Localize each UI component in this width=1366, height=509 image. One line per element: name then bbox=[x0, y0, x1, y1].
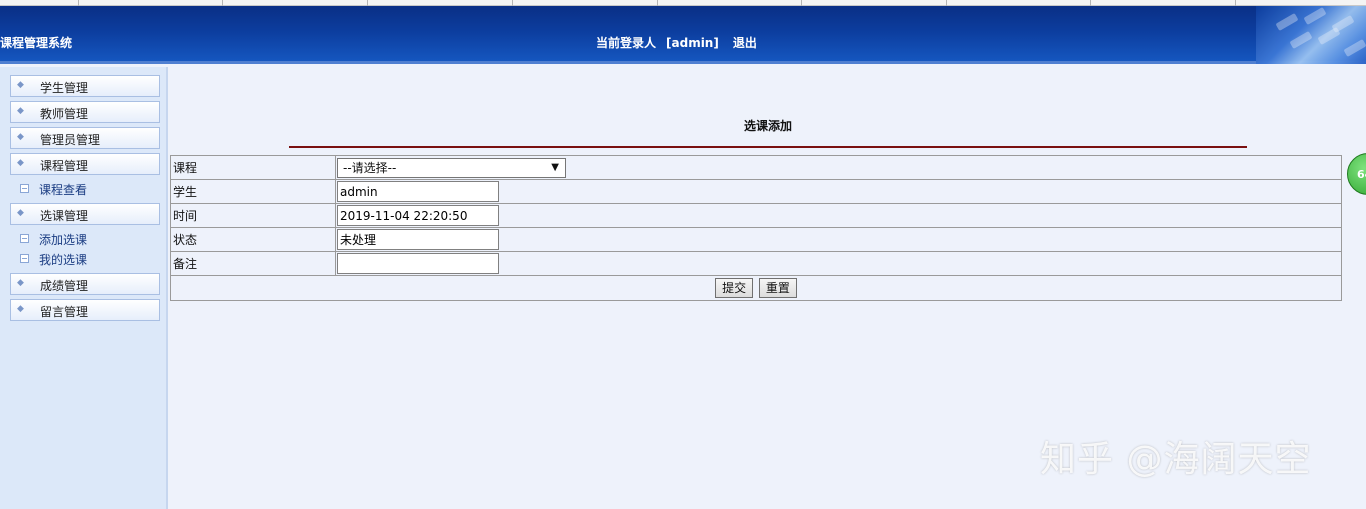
bullet-icon: ◆ bbox=[17, 158, 24, 168]
field-label-student: 学生 bbox=[170, 179, 336, 204]
time-input[interactable] bbox=[337, 205, 499, 226]
dropdown-arrow-icon: ▼ bbox=[551, 161, 559, 173]
form-row: 时间 bbox=[170, 203, 1342, 228]
sidebar-link-label: 我的选课 bbox=[39, 253, 88, 267]
bullet-icon: ◆ bbox=[17, 80, 24, 90]
sidebar-link-label: 课程查看 bbox=[39, 183, 88, 197]
field-label-time: 时间 bbox=[170, 203, 336, 228]
remark-input[interactable] bbox=[337, 253, 499, 274]
title-divider bbox=[289, 146, 1247, 148]
sidebar-link-my-selection[interactable]: 我的选课 bbox=[20, 250, 140, 268]
sidebar-link-add-selection[interactable]: 添加选课 bbox=[20, 230, 140, 248]
sidebar-item-selection[interactable]: ◆ 选课管理 bbox=[10, 203, 160, 225]
sidebar-link-course-view[interactable]: 课程查看 bbox=[20, 180, 140, 198]
sidebar-item-admin[interactable]: ◆ 管理员管理 bbox=[10, 127, 160, 149]
floating-badge-text: 64 bbox=[1357, 168, 1366, 181]
bullet-icon: ◆ bbox=[17, 106, 24, 116]
course-select[interactable]: --请选择-- ▼ bbox=[337, 157, 566, 178]
field-label-remark: 备注 bbox=[170, 251, 336, 276]
sidebar-item-label: 教师管理 bbox=[40, 107, 89, 121]
course-select-value: --请选择-- bbox=[343, 160, 397, 175]
field-label-course: 课程 bbox=[170, 155, 336, 180]
sidebar-item-label: 学生管理 bbox=[40, 81, 89, 95]
sidebar-item-label: 成绩管理 bbox=[40, 279, 89, 293]
student-input[interactable] bbox=[337, 181, 499, 202]
current-user: [admin] bbox=[666, 36, 719, 50]
collapse-box-icon bbox=[20, 184, 29, 193]
sidebar-menu: ◆ 学生管理 ◆ 教师管理 ◆ 管理员管理 ◆ 课程管理 课程查看 ◆ 选课管理… bbox=[0, 67, 168, 509]
sidebar-item-course[interactable]: ◆ 课程管理 bbox=[10, 153, 160, 175]
bullet-icon: ◆ bbox=[17, 132, 24, 142]
form-actions-row: 提交 重置 bbox=[170, 275, 1342, 301]
app-header: 课程管理系统 当前登录人 [admin] 退出 bbox=[0, 6, 1366, 64]
sidebar-item-label: 课程管理 bbox=[40, 159, 89, 173]
bullet-icon: ◆ bbox=[17, 208, 24, 218]
logout-link[interactable]: 退出 bbox=[733, 36, 757, 50]
login-label: 当前登录人 bbox=[596, 36, 657, 50]
watermark: 知乎 @海阔天空 bbox=[1040, 439, 1312, 480]
sidebar-item-student[interactable]: ◆ 学生管理 bbox=[10, 75, 160, 97]
form-row: 学生 bbox=[170, 179, 1342, 204]
sidebar-item-grades[interactable]: ◆ 成绩管理 bbox=[10, 273, 160, 295]
form-row: 课程 --请选择-- ▼ bbox=[170, 155, 1342, 180]
collapse-box-icon bbox=[20, 254, 29, 263]
submit-button[interactable]: 提交 bbox=[715, 278, 754, 298]
field-label-status: 状态 bbox=[170, 227, 336, 252]
sidebar-item-label: 管理员管理 bbox=[40, 133, 101, 147]
form-row: 备注 bbox=[170, 251, 1342, 276]
status-input[interactable] bbox=[337, 229, 499, 250]
page-title: 选课添加 bbox=[743, 119, 792, 133]
sidebar-item-label: 选课管理 bbox=[40, 209, 89, 223]
header-decoration bbox=[1256, 6, 1366, 64]
bullet-icon: ◆ bbox=[17, 278, 24, 288]
sidebar-item-messages[interactable]: ◆ 留言管理 bbox=[10, 299, 160, 321]
sidebar-item-teacher[interactable]: ◆ 教师管理 bbox=[10, 101, 160, 123]
form-row: 状态 bbox=[170, 227, 1342, 252]
reset-button[interactable]: 重置 bbox=[758, 278, 797, 298]
selection-form: 课程 --请选择-- ▼ 学生 时间 状态 bbox=[170, 155, 1342, 301]
bullet-icon: ◆ bbox=[17, 304, 24, 314]
collapse-box-icon bbox=[20, 234, 29, 243]
login-info: 当前登录人 [admin] 退出 bbox=[596, 34, 757, 51]
system-title: 课程管理系统 bbox=[0, 36, 73, 50]
sidebar-link-label: 添加选课 bbox=[39, 233, 88, 247]
sidebar-item-label: 留言管理 bbox=[40, 305, 89, 319]
